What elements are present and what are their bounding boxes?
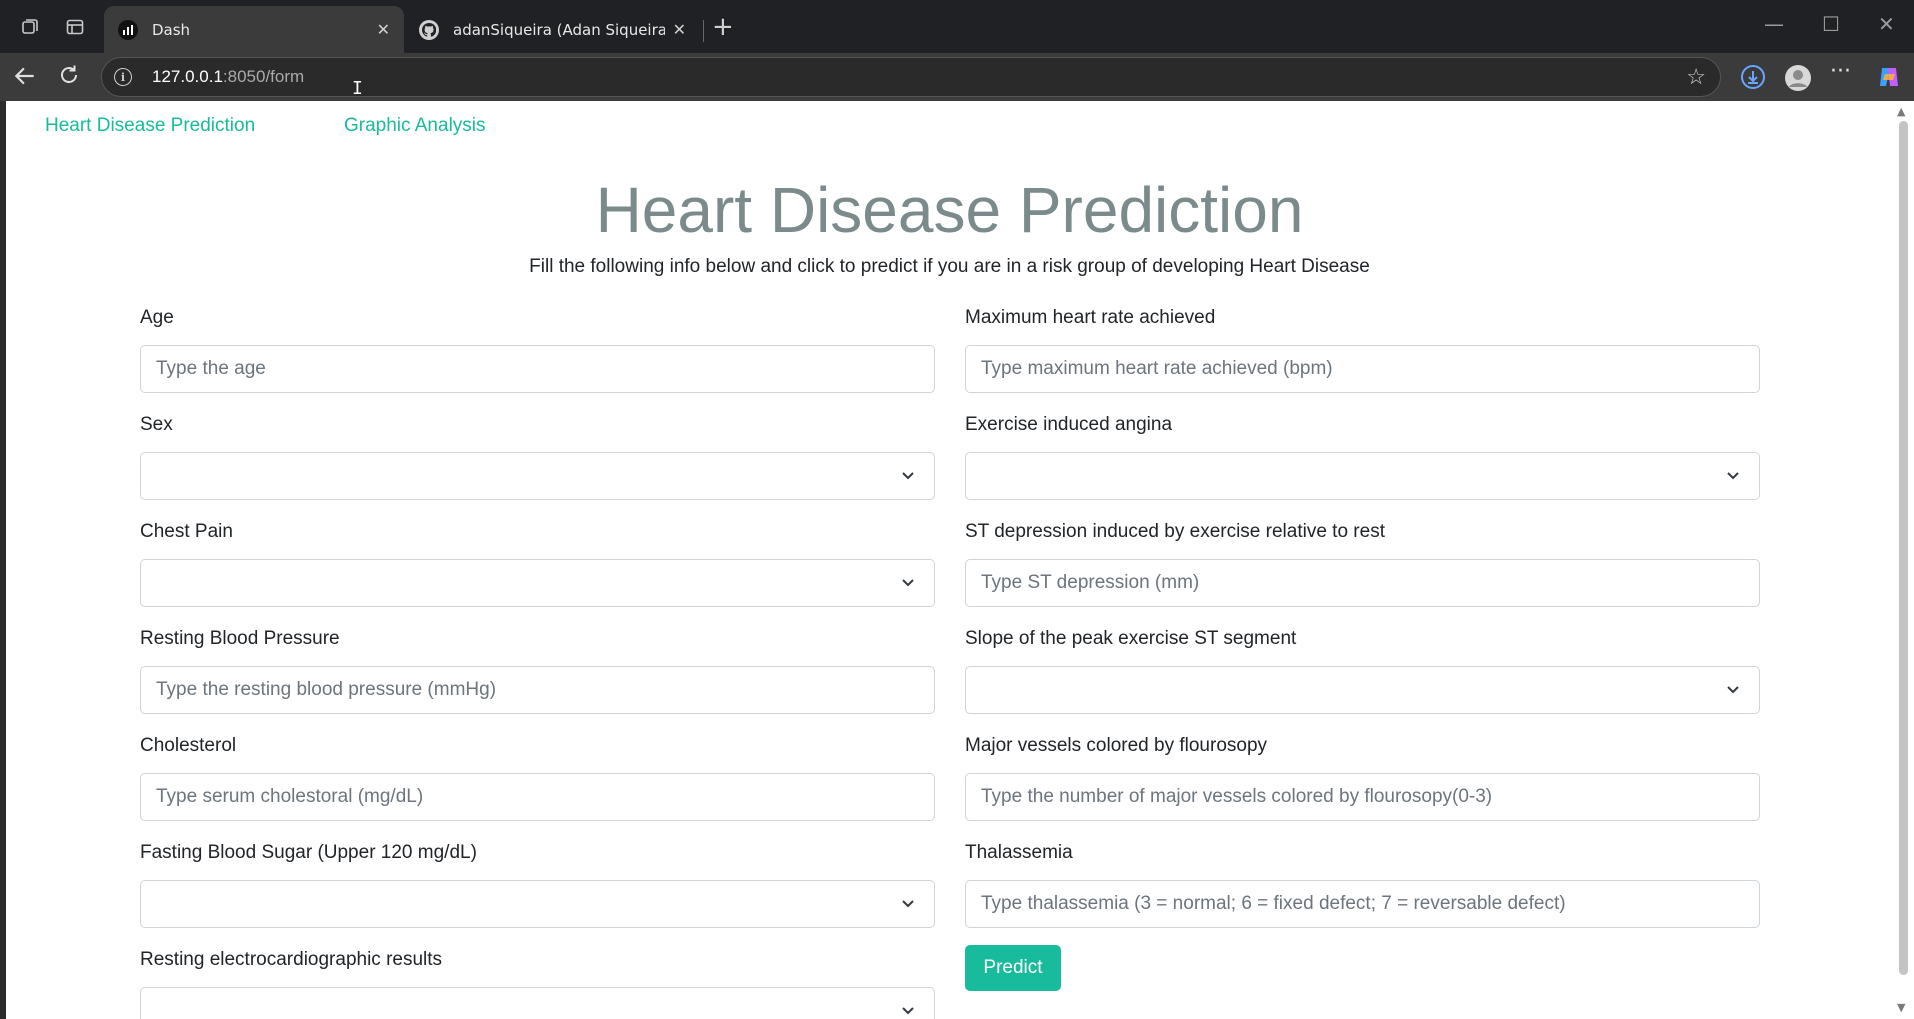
sex-select[interactable] (140, 452, 935, 500)
maximize-icon[interactable]: ☐ (1822, 12, 1840, 36)
dash-chart-icon (118, 19, 138, 40)
minimize-icon[interactable]: — (1764, 12, 1784, 36)
address-toolbar: i 127.0.0.1:8050/form ☆ ··· (0, 53, 1914, 101)
field-label: Maximum heart rate achieved (965, 307, 1216, 328)
placeholder: Type the age (156, 358, 266, 379)
field-sex: Sex (140, 408, 935, 515)
field-age: Age Type the age (140, 301, 935, 408)
thalassemia-input[interactable]: Type thalassemia (3 = normal; 6 = fixed … (965, 880, 1760, 928)
scroll-up-arrow-icon[interactable]: ▲ (1897, 105, 1905, 118)
field-label: Resting Blood Pressure (140, 628, 340, 649)
predict-button[interactable]: Predict (965, 945, 1061, 991)
chevron-down-icon (1725, 681, 1741, 703)
field-label: Age (140, 307, 174, 328)
tab-github[interactable]: adanSiqueira (Adan Siqueira) ✕ (405, 6, 700, 53)
page-subtitle: Fill the following info below and click … (529, 256, 1370, 277)
field-label: ST depression induced by exercise relati… (965, 521, 1385, 542)
vertical-tabs-icon[interactable] (62, 14, 88, 40)
field-thalassemia: Thalassemia Type thalassemia (3 = normal… (965, 836, 1760, 943)
age-input[interactable]: Type the age (140, 345, 935, 393)
field-label: Chest Pain (140, 521, 233, 542)
github-icon (419, 19, 439, 40)
exercise-angina-select[interactable] (965, 452, 1760, 500)
chevron-down-icon (900, 895, 916, 917)
major-vessels-input[interactable]: Type the number of major vessels colored… (965, 773, 1760, 821)
st-depression-input[interactable]: Type ST depression (mm) (965, 559, 1760, 607)
workspaces-icon[interactable] (17, 14, 43, 40)
field-label: Cholesterol (140, 735, 237, 756)
reload-icon[interactable] (57, 63, 81, 93)
chevron-down-icon (900, 574, 916, 596)
address-bar[interactable]: i 127.0.0.1:8050/form ☆ (101, 57, 1721, 97)
field-cholesterol: Cholesterol Type serum cholestoral (mg/d… (140, 729, 935, 836)
chevron-down-icon (1725, 467, 1741, 489)
new-tab-icon[interactable]: + (712, 12, 734, 42)
browser-tab-bar: Dash ✕ adanSiqueira (Adan Siqueira) ✕ + … (0, 0, 1914, 53)
url-host: 127.0.0.1 (152, 67, 223, 86)
page-title: Heart Disease Prediction (595, 174, 1304, 246)
favorite-star-icon[interactable]: ☆ (1686, 64, 1706, 90)
field-label: Sex (140, 414, 173, 435)
placeholder: Type the resting blood pressure (mmHg) (156, 679, 497, 700)
close-tab-icon[interactable]: ✕ (673, 20, 686, 39)
field-st-slope: Slope of the peak exercise ST segment (965, 622, 1760, 729)
cholesterol-input[interactable]: Type serum cholestoral (mg/dL) (140, 773, 935, 821)
chest-pain-select[interactable] (140, 559, 935, 607)
fasting-blood-sugar-select[interactable] (140, 880, 935, 928)
chevron-down-icon (900, 1002, 916, 1019)
placeholder: Type serum cholestoral (mg/dL) (156, 786, 424, 807)
resting-ecg-select[interactable] (140, 987, 935, 1019)
max-heart-rate-input[interactable]: Type maximum heart rate achieved (bpm) (965, 345, 1760, 393)
nav-link-graphic-analysis[interactable]: Graphic Analysis (344, 115, 486, 137)
back-arrow-icon[interactable] (12, 63, 38, 95)
tab-title: adanSiqueira (Adan Siqueira) (453, 20, 665, 39)
field-resting-ecg: Resting electrocardiographic results (140, 943, 935, 1019)
field-resting-bp: Resting Blood Pressure Type the resting … (140, 622, 935, 729)
form-column-left: Age Type the age Sex Chest Pain Resting … (140, 301, 935, 1019)
close-tab-icon[interactable]: ✕ (377, 20, 390, 39)
download-icon[interactable] (1740, 64, 1766, 94)
field-label: Thalassemia (965, 842, 1073, 863)
page-scrollbar[interactable]: ▲ ▼ (1893, 101, 1914, 1019)
form-column-right: Maximum heart rate achieved Type maximum… (965, 301, 1760, 943)
field-exercise-angina: Exercise induced angina (965, 408, 1760, 515)
st-slope-select[interactable] (965, 666, 1760, 714)
placeholder: Type the number of major vessels colored… (981, 786, 1493, 807)
field-label: Resting electrocardiographic results (140, 949, 443, 970)
page-viewport: Heart Disease Prediction Graphic Analysi… (6, 101, 1893, 1019)
field-label: Major vessels colored by flourosopy (965, 735, 1268, 756)
nav-link-prediction[interactable]: Heart Disease Prediction (45, 115, 255, 137)
field-chest-pain: Chest Pain (140, 515, 935, 622)
field-st-depression: ST depression induced by exercise relati… (965, 515, 1760, 622)
scroll-down-arrow-icon[interactable]: ▼ (1897, 1001, 1905, 1014)
placeholder: Type thalassemia (3 = normal; 6 = fixed … (981, 893, 1566, 914)
chevron-down-icon (900, 467, 916, 489)
tab-separator (703, 20, 704, 42)
copilot-icon[interactable] (1876, 64, 1902, 94)
field-label: Exercise induced angina (965, 414, 1173, 435)
field-major-vessels: Major vessels colored by flourosopy Type… (965, 729, 1760, 836)
field-fasting-blood-sugar: Fasting Blood Sugar (Upper 120 mg/dL) (140, 836, 935, 943)
field-label: Slope of the peak exercise ST segment (965, 628, 1297, 649)
more-options-icon[interactable]: ··· (1830, 59, 1851, 84)
text-cursor-icon: I (352, 78, 363, 99)
field-label: Fasting Blood Sugar (Upper 120 mg/dL) (140, 842, 477, 863)
placeholder: Type maximum heart rate achieved (bpm) (981, 358, 1333, 379)
placeholder: Type ST depression (mm) (981, 572, 1200, 593)
site-info-icon[interactable]: i (114, 68, 132, 86)
close-window-icon[interactable]: ✕ (1878, 12, 1895, 36)
profile-avatar-icon[interactable] (1784, 64, 1812, 96)
tab-dash[interactable]: Dash ✕ (104, 6, 404, 53)
scrollbar-thumb[interactable] (1899, 121, 1908, 975)
tab-title: Dash (152, 20, 191, 39)
resting-bp-input[interactable]: Type the resting blood pressure (mmHg) (140, 666, 935, 714)
field-max-heart-rate: Maximum heart rate achieved Type maximum… (965, 301, 1760, 408)
url-path: :8050/form (222, 67, 305, 86)
